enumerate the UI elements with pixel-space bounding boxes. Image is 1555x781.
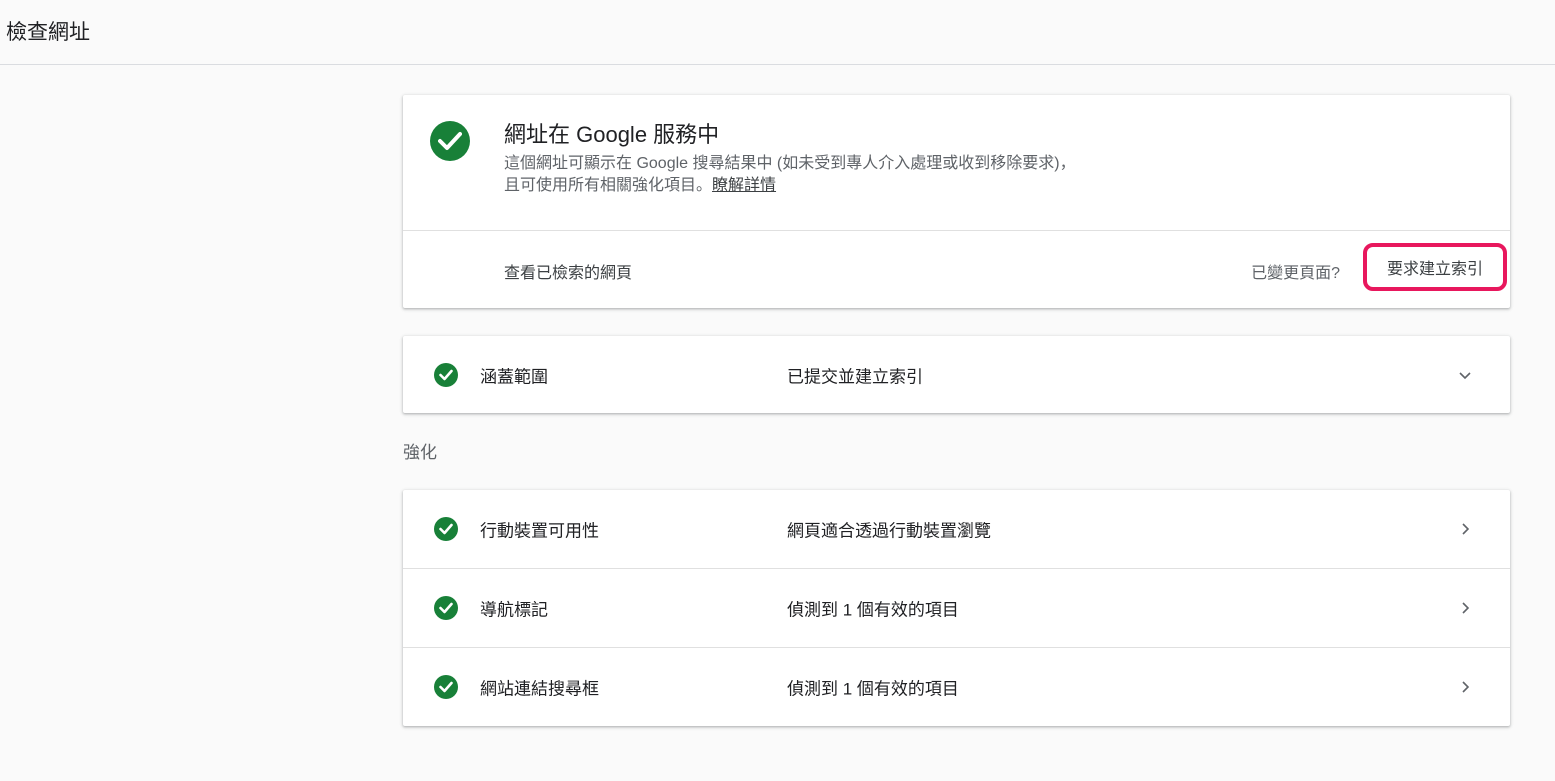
enhancement-row-mobile-usability[interactable]: 行動裝置可用性 網頁適合透過行動裝置瀏覽: [403, 490, 1510, 568]
status-description: 這個網址可顯示在 Google 搜尋結果中 (如未受到專人介入處理或收到移除要求…: [504, 153, 1264, 197]
page-title: 檢查網址: [6, 21, 90, 44]
enhancement-row-breadcrumbs[interactable]: 導航標記 偵測到 1 個有效的項目: [403, 568, 1510, 647]
view-crawled-page-button[interactable]: 查看已檢索的網頁: [504, 259, 632, 283]
request-indexing-button[interactable]: 要求建立索引: [1363, 243, 1507, 291]
check-circle-icon: [434, 362, 458, 387]
check-circle-icon: [430, 121, 470, 161]
coverage-row[interactable]: 涵蓋範圍 已提交並建立索引: [403, 336, 1510, 413]
enhancement-label: 導航標記: [480, 600, 548, 620]
status-summary: 網址在 Google 服務中 這個網址可顯示在 Google 搜尋結果中 (如未…: [403, 95, 1510, 231]
enhancement-label: 行動裝置可用性: [480, 521, 599, 541]
enhancement-value: 偵測到 1 個有效的項目: [787, 600, 959, 620]
chevron-right-icon[interactable]: [1456, 599, 1474, 617]
enhancements-card: 行動裝置可用性 網頁適合透過行動裝置瀏覽 導航標記 偵測到 1 個有效的項目 網…: [403, 490, 1510, 726]
coverage-value: 已提交並建立索引: [787, 367, 923, 386]
enhancements-section-label: 強化: [403, 443, 437, 462]
chevron-right-icon[interactable]: [1456, 520, 1474, 538]
coverage-label: 涵蓋範圍: [480, 367, 548, 386]
chevron-down-icon[interactable]: [1456, 366, 1474, 384]
check-circle-icon: [434, 675, 458, 699]
status-actions: 查看已檢索的網頁 已變更頁面? 要求建立索引: [403, 231, 1510, 308]
status-description-line-2: 且可使用所有相關強化項目。瞭解詳情: [504, 175, 1264, 197]
status-heading: 網址在 Google 服務中: [504, 122, 720, 147]
enhancement-label: 網站連結搜尋框: [480, 679, 599, 699]
status-description-text: 且可使用所有相關強化項目。: [504, 177, 713, 194]
request-indexing-label: 要求建立索引: [1386, 261, 1483, 278]
check-circle-icon: [434, 596, 458, 620]
enhancement-row-sitelinks-searchbox[interactable]: 網站連結搜尋框 偵測到 1 個有效的項目: [403, 647, 1510, 726]
check-circle-icon: [434, 517, 458, 541]
top-bar: 檢查網址: [0, 0, 1555, 65]
index-status-card: 網址在 Google 服務中 這個網址可顯示在 Google 搜尋結果中 (如未…: [403, 95, 1510, 308]
main-content: 網址在 Google 服務中 這個網址可顯示在 Google 搜尋結果中 (如未…: [403, 95, 1510, 726]
page-changed-label: 已變更頁面?: [1251, 265, 1340, 282]
enhancement-value: 偵測到 1 個有效的項目: [787, 679, 959, 699]
enhancement-value: 網頁適合透過行動裝置瀏覽: [787, 521, 991, 541]
learn-more-link[interactable]: 瞭解詳情: [712, 177, 776, 194]
coverage-card[interactable]: 涵蓋範圍 已提交並建立索引: [403, 336, 1510, 413]
chevron-right-icon[interactable]: [1456, 678, 1474, 696]
status-description-line-1: 這個網址可顯示在 Google 搜尋結果中 (如未受到專人介入處理或收到移除要求…: [504, 155, 1076, 172]
